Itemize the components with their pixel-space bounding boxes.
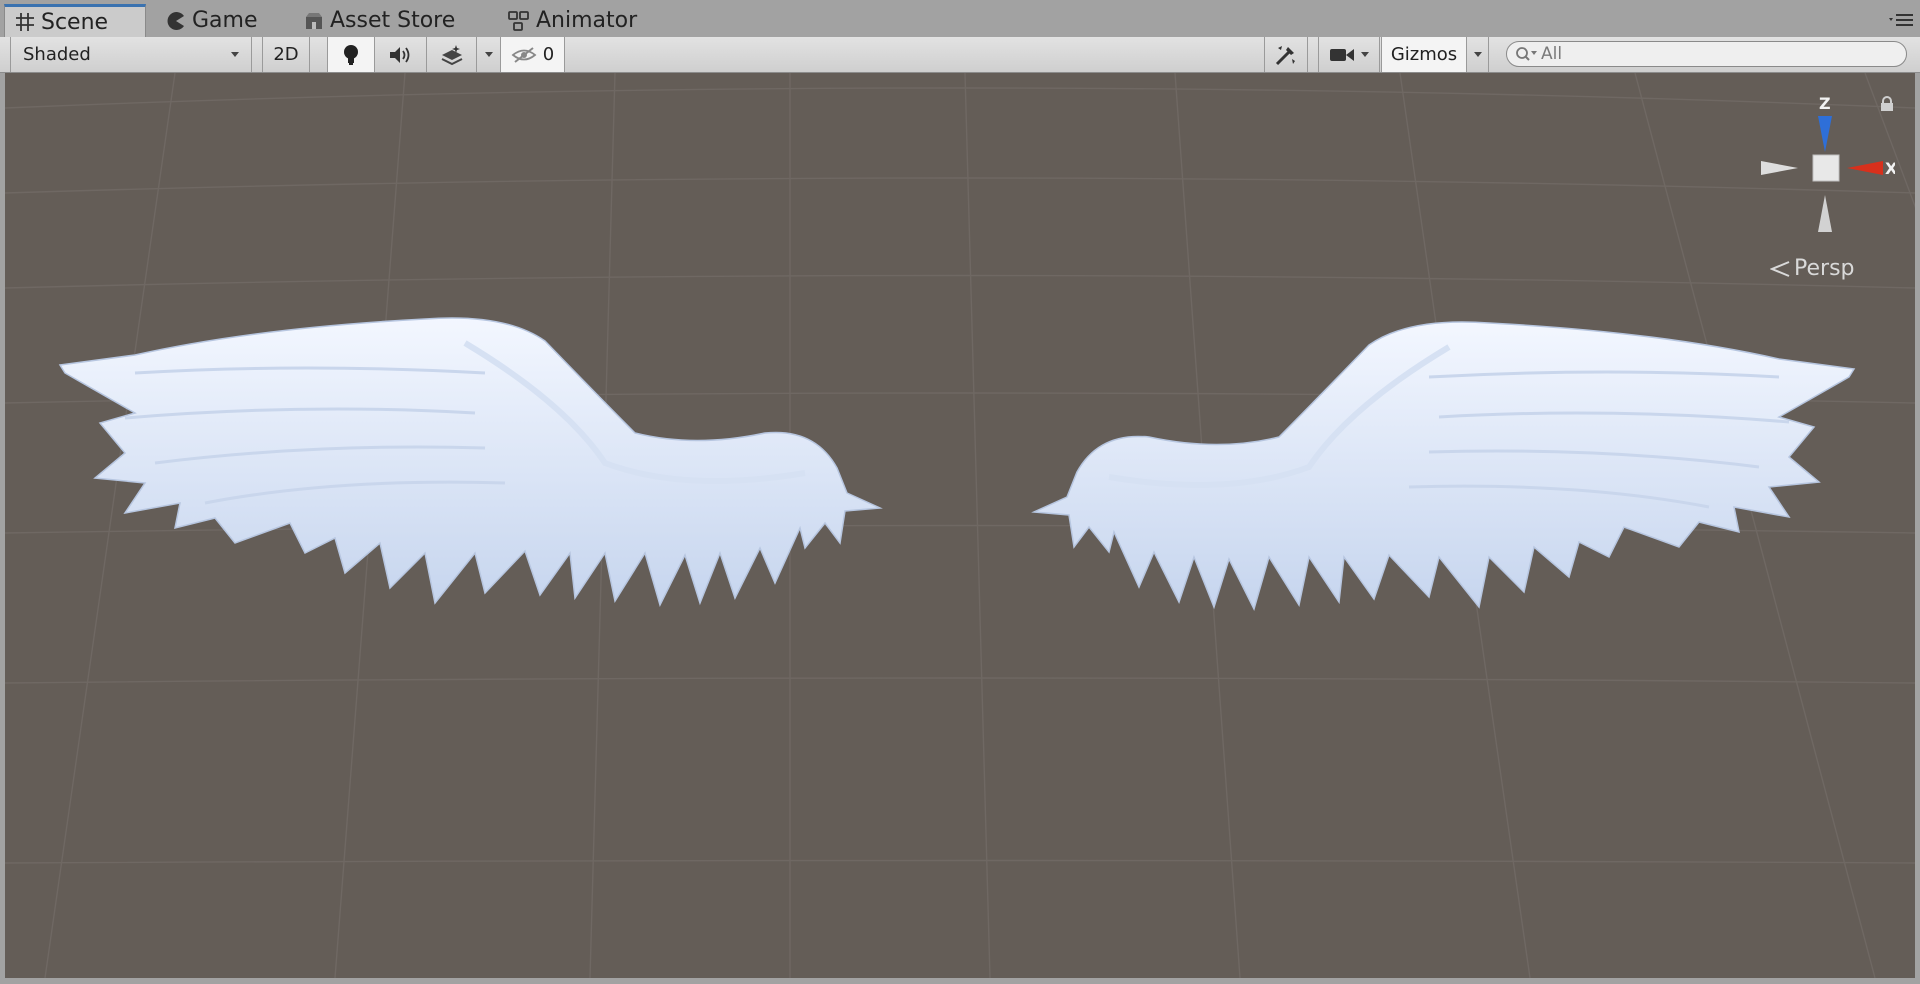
tab-scene[interactable]: Scene xyxy=(4,4,146,37)
neg-x-axis-cone[interactable] xyxy=(1761,161,1798,175)
tab-label: Scene xyxy=(41,9,109,35)
mode-2d-label: 2D xyxy=(273,44,299,65)
tab-label: Game xyxy=(192,8,258,33)
eye-hidden-icon xyxy=(511,46,537,63)
projection-label: Persp xyxy=(1794,256,1855,281)
tab-asset-store[interactable]: Asset Store xyxy=(294,4,465,37)
gizmos-button[interactable]: Gizmos xyxy=(1381,37,1467,72)
pacman-icon xyxy=(167,11,184,30)
effects-toggle[interactable] xyxy=(427,37,477,72)
left-wing xyxy=(58,317,883,608)
z-axis-label: Z xyxy=(1819,94,1831,113)
search-input[interactable]: All xyxy=(1506,41,1907,67)
tab-animator[interactable]: Animator xyxy=(498,4,647,37)
chevron-down-icon xyxy=(1361,52,1369,57)
lightbulb-icon xyxy=(344,44,358,65)
chevron-down-icon xyxy=(1473,52,1482,57)
grid-icon xyxy=(16,13,34,31)
lighting-toggle[interactable] xyxy=(327,37,375,72)
effects-icon xyxy=(441,44,462,65)
camera-icon xyxy=(1330,48,1354,61)
lock-icon[interactable] xyxy=(1880,96,1894,112)
gizmo-center-cube[interactable] xyxy=(1812,154,1840,182)
hidden-objects-toggle[interactable]: 0 xyxy=(501,37,565,72)
draw-mode-dropdown[interactable]: Shaded xyxy=(10,37,252,72)
x-axis-label: X xyxy=(1885,159,1895,178)
camera-settings-button[interactable] xyxy=(1318,37,1380,72)
gizmos-label: Gizmos xyxy=(1390,44,1458,65)
wings-model xyxy=(58,317,1856,612)
tools-icon xyxy=(1275,45,1295,65)
tab-label: Asset Store xyxy=(330,8,456,33)
tab-label: Animator xyxy=(536,8,638,33)
neg-y-axis-cone[interactable] xyxy=(1818,195,1832,232)
scene-viewport[interactable] xyxy=(5,73,1915,978)
store-icon xyxy=(306,12,322,29)
projection-toggle[interactable]: Persp xyxy=(1770,256,1855,281)
chevron-down-icon xyxy=(231,52,239,57)
tab-bar: Scene Game Asset Store Animator xyxy=(0,0,1920,37)
perspective-icon xyxy=(1770,260,1790,277)
speaker-icon xyxy=(389,46,409,63)
search-icon xyxy=(1516,47,1537,61)
chevron-down-icon xyxy=(484,52,493,57)
gizmos-dropdown[interactable] xyxy=(1467,37,1489,72)
hidden-count: 0 xyxy=(542,44,555,65)
orientation-gizmo[interactable]: Z X xyxy=(1755,90,1895,240)
z-axis-cone[interactable] xyxy=(1818,116,1832,152)
animator-icon xyxy=(508,10,529,31)
draw-mode-value: Shaded xyxy=(23,44,91,65)
audio-toggle[interactable] xyxy=(375,37,427,72)
effects-dropdown[interactable] xyxy=(477,37,501,72)
mode-2d-button[interactable]: 2D xyxy=(262,37,310,72)
tools-button[interactable] xyxy=(1264,37,1308,72)
x-axis-cone[interactable] xyxy=(1847,161,1883,175)
tab-game[interactable]: Game xyxy=(156,4,268,37)
search-placeholder: All xyxy=(1541,44,1563,64)
right-wing xyxy=(1031,321,1856,612)
panel-menu-icon[interactable] xyxy=(1888,12,1914,28)
